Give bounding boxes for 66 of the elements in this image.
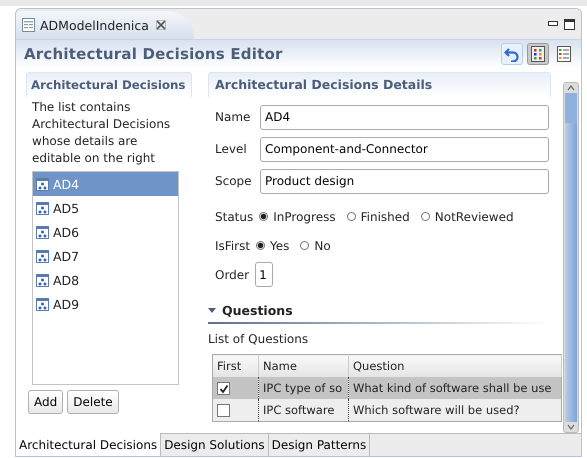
document-icon xyxy=(22,18,35,32)
number-field[interactable]: 1 xyxy=(255,262,274,287)
radio-option[interactable]: NotReviewed xyxy=(420,210,514,224)
field-label: Status xyxy=(215,210,254,224)
radio-button[interactable] xyxy=(256,241,266,250)
checkbox[interactable] xyxy=(217,404,230,418)
radio-option[interactable]: Yes xyxy=(256,238,290,252)
field-label: Scope xyxy=(215,174,253,188)
table-cell: IPC type of so xyxy=(258,377,348,399)
list-item[interactable]: AD7 xyxy=(33,244,178,268)
list-item[interactable]: AD9 xyxy=(33,292,178,316)
editor-title: Architectural Decisions Editor xyxy=(24,45,283,63)
section-toggle[interactable]: Questions xyxy=(208,303,551,324)
undo-icon xyxy=(504,46,520,62)
minimize-icon[interactable] xyxy=(548,21,558,27)
maximize-icon[interactable] xyxy=(564,18,575,30)
caret-icon xyxy=(208,308,216,314)
scroll-thumb[interactable] xyxy=(565,93,577,422)
toolbar-button[interactable] xyxy=(501,43,523,65)
list-item[interactable]: AD8 xyxy=(33,268,178,292)
column-header[interactable]: First xyxy=(212,354,258,377)
radio-option[interactable]: Finished xyxy=(346,210,410,224)
table-cell: IPC software xyxy=(258,399,348,422)
columns-icon xyxy=(531,46,545,62)
radio-button[interactable] xyxy=(420,212,430,221)
radio-option[interactable]: No xyxy=(300,238,331,252)
page-tab[interactable]: Architectural Decisions xyxy=(16,433,162,456)
table-row[interactable]: IPC type of so What kind of software shall be use xyxy=(212,377,562,399)
editor-tab[interactable]: ADModelIndenica xyxy=(16,11,194,39)
field-label: IsFirst xyxy=(215,238,250,252)
radio-option[interactable]: InProgress xyxy=(259,210,336,224)
checkbox[interactable] xyxy=(217,382,230,396)
scrollbar[interactable] xyxy=(563,82,579,433)
section-header: Architectural Decisions xyxy=(26,72,192,97)
table-cell: Which software will be used? xyxy=(348,399,562,422)
section-header: Architectural Decisions Details xyxy=(208,72,551,97)
list-item[interactable]: AD6 xyxy=(33,220,178,244)
list-icon xyxy=(557,46,571,62)
diagram-icon xyxy=(36,250,49,262)
column-header[interactable]: Question xyxy=(348,354,562,377)
text-field[interactable]: AD4 xyxy=(260,104,549,130)
field-label: Level xyxy=(215,142,248,156)
column-header[interactable]: Name xyxy=(258,354,348,377)
list-item[interactable]: AD5 xyxy=(33,196,178,220)
action-button[interactable]: Add xyxy=(28,390,64,414)
scroll-up-icon[interactable] xyxy=(565,83,577,93)
diagram-icon xyxy=(36,226,49,238)
radio-button[interactable] xyxy=(300,241,310,250)
diagram-icon xyxy=(36,202,49,214)
field-label: Order xyxy=(215,268,250,282)
diagram-icon xyxy=(36,178,49,190)
field-label: Name xyxy=(215,110,252,124)
text-field[interactable]: Product design xyxy=(260,168,549,194)
section-description: The list contains Architectural Decisions whose details are editable on the right xyxy=(32,99,172,167)
table-cell: What kind of software shall be use xyxy=(348,377,562,399)
toolbar-button[interactable] xyxy=(527,43,549,65)
close-icon[interactable] xyxy=(156,20,166,30)
radio-button[interactable] xyxy=(259,212,268,221)
diagram-icon xyxy=(36,298,49,310)
action-button[interactable]: Delete xyxy=(67,390,119,414)
text-field[interactable]: Component-and-Connector xyxy=(260,136,549,162)
scroll-down-icon[interactable] xyxy=(565,422,577,432)
diagram-icon xyxy=(36,274,49,286)
table-row[interactable]: IPC software Which software will be used? xyxy=(212,399,562,422)
radio-button[interactable] xyxy=(346,212,356,221)
section-description: List of Questions xyxy=(208,332,310,346)
